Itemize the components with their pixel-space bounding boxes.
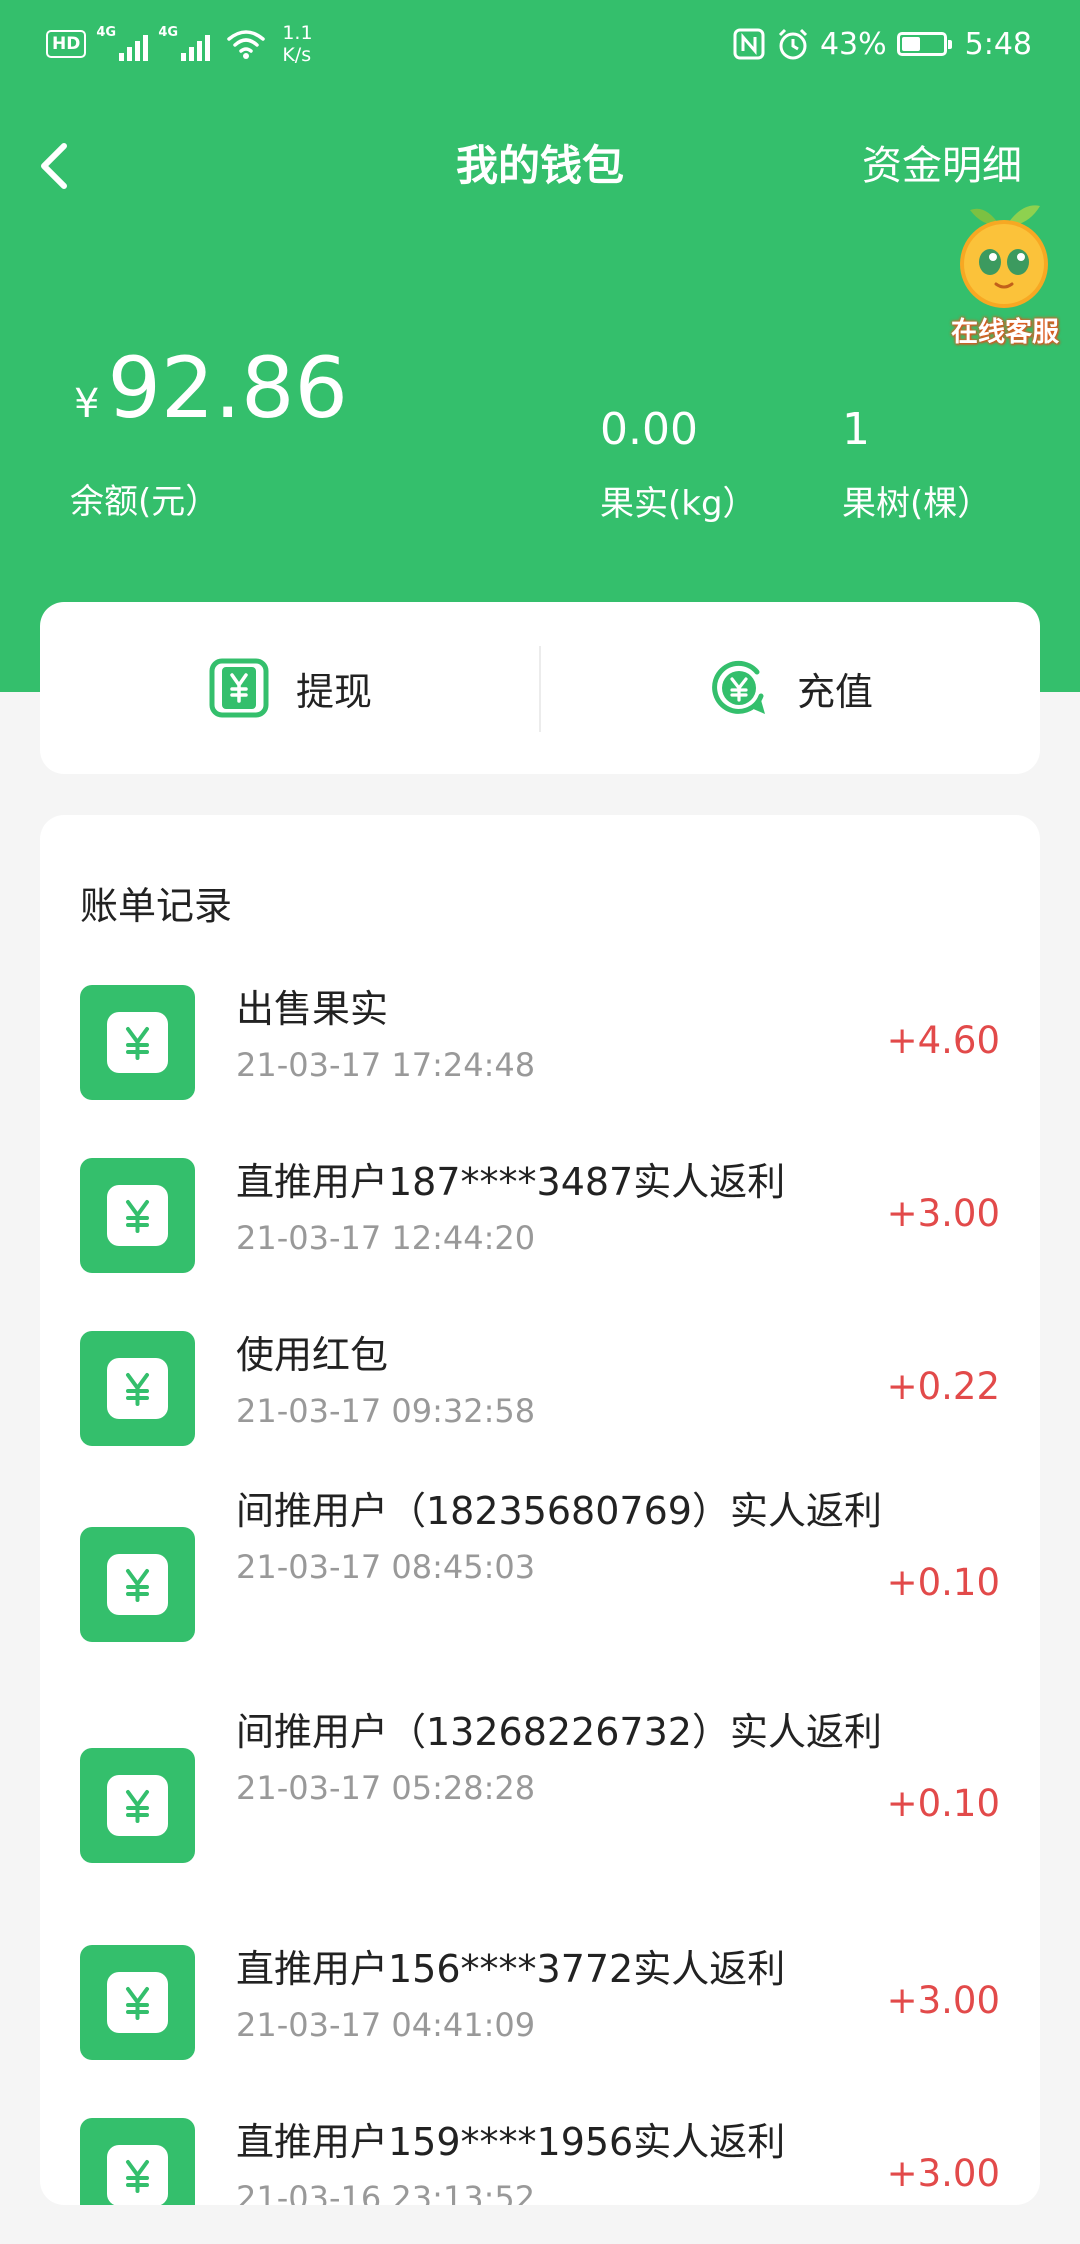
- bill-time: 21-03-17 04:41:09: [236, 2006, 536, 2044]
- hd-badge: HD: [46, 30, 87, 58]
- bill-name: 直推用户187****3487实人返利: [236, 1160, 786, 1204]
- bill-name: 出售果实: [236, 987, 389, 1031]
- fruit-label: 果实(kg）: [600, 484, 757, 524]
- balance-label: 余额(元）: [70, 482, 220, 522]
- hd-text: HD: [52, 34, 81, 54]
- battery-percent: 43%: [819, 26, 887, 62]
- yen-icon: [80, 2118, 195, 2205]
- network-speed: 1.1 K/s: [282, 22, 312, 66]
- signal-2-icon: 4G: [158, 25, 211, 61]
- bill-item[interactable]: 出售果实 21-03-17 17:24:48 +4.60: [40, 985, 1040, 1105]
- bill-text: 间推用户（13268226732）实人返利 21-03-17 05:28:28: [236, 1706, 896, 1810]
- yen-icon: [80, 1158, 195, 1273]
- bill-item[interactable]: 直推用户156****3772实人返利 21-03-17 04:41:09 +3…: [40, 1945, 1040, 2065]
- bill-text: 间推用户（18235680769）实人返利 21-03-17 08:45:03: [236, 1485, 896, 1589]
- bill-item[interactable]: 直推用户159****1956实人返利 21-03-16 23:13:52 +3…: [40, 2118, 1040, 2205]
- status-right: 43% 5:48: [722, 22, 1032, 66]
- bill-time: 21-03-17 09:32:58: [236, 1392, 536, 1430]
- yen-icon: [80, 1527, 195, 1642]
- bill-item[interactable]: 间推用户（18235680769）实人返利 21-03-17 08:45:03 …: [40, 1485, 1040, 1685]
- withdraw-button[interactable]: 提现: [40, 602, 540, 774]
- yen-refresh-icon: [712, 660, 765, 714]
- bill-time: 21-03-17 12:44:20: [236, 1219, 536, 1257]
- wifi-icon: [227, 30, 266, 59]
- bill-amount: +3.00: [886, 2152, 1000, 2195]
- bill-amount: +0.22: [886, 1365, 1000, 1408]
- bill-text: 直推用户156****3772实人返利 21-03-17 04:41:09: [236, 1943, 896, 2047]
- status-left: HD 4G 4G 1.1 K/s: [46, 22, 313, 66]
- bill-time: 21-03-16 23:13:52: [236, 2179, 536, 2205]
- speed-unit: K/s: [282, 44, 312, 66]
- recharge-button[interactable]: 充值: [540, 602, 1040, 774]
- yen-icon: [80, 985, 195, 1100]
- bill-time: 21-03-17 17:24:48: [236, 1046, 536, 1084]
- bill-records-card: 账单记录 出售果实 21-03-17 17:24:48 +4.60 直推用户18…: [40, 815, 1040, 2205]
- tree-label: 果树(棵）: [842, 484, 992, 524]
- bill-amount: +4.60: [886, 1019, 1000, 1062]
- bill-text: 使用红包 21-03-17 09:32:58: [236, 1329, 896, 1433]
- currency-symbol: ¥: [74, 381, 100, 427]
- bill-item[interactable]: 直推用户187****3487实人返利 21-03-17 12:44:20 +3…: [40, 1158, 1040, 1278]
- bill-time: 21-03-17 08:45:03: [236, 1548, 536, 1586]
- bill-text: 直推用户187****3487实人返利 21-03-17 12:44:20: [236, 1156, 896, 1260]
- bill-item[interactable]: 使用红包 21-03-17 09:32:58 +0.22: [40, 1331, 1040, 1451]
- bill-name: 直推用户159****1956实人返利: [236, 2120, 786, 2164]
- bill-text: 出售果实 21-03-17 17:24:48: [236, 983, 896, 1087]
- yen-card-icon: [209, 658, 269, 718]
- speed-value: 1.1: [282, 22, 313, 44]
- yen-icon: [80, 1748, 195, 1863]
- yen-icon: [80, 1945, 195, 2060]
- bill-name: 使用红包: [236, 1333, 389, 1377]
- bill-item[interactable]: 间推用户（13268226732）实人返利 21-03-17 05:28:28 …: [40, 1706, 1040, 1906]
- bill-amount: +0.10: [886, 1782, 1000, 1825]
- signal-1-icon: 4G: [96, 25, 149, 61]
- yen-icon: [80, 1331, 195, 1446]
- nfc-icon: [733, 28, 765, 60]
- bill-records-title: 账单记录: [80, 884, 233, 928]
- battery-icon: [896, 32, 952, 56]
- bill-text: 直推用户159****1956实人返利 21-03-16 23:13:52: [236, 2116, 896, 2205]
- bill-amount: +0.10: [886, 1561, 1000, 1604]
- balance-amount: ¥ 92.86: [74, 340, 348, 436]
- action-card: 提现 充值: [40, 602, 1040, 774]
- tree-stat: 1 果树(棵）: [842, 402, 991, 525]
- customer-service-label: 在线客服: [951, 317, 1059, 348]
- clock-time: 5:48: [964, 26, 1032, 62]
- status-bar: HD 4G 4G 1.1 K/s 43% 5:48: [0, 0, 1080, 86]
- bill-time: 21-03-17 05:28:28: [236, 1769, 536, 1807]
- customer-service-button[interactable]: 在线客服: [940, 196, 1070, 348]
- recharge-label: 充值: [796, 669, 873, 714]
- bill-name: 直推用户156****3772实人返利: [236, 1947, 786, 1991]
- fruit-value: 0.00: [600, 404, 698, 455]
- network-type-2: 4G: [158, 25, 179, 40]
- wallet-screen: HD 4G 4G 1.1 K/s 43% 5:48 我的钱包 资金明细 在线客服…: [0, 0, 1080, 2244]
- balance-value: 92.86: [107, 339, 348, 437]
- tree-value: 1: [842, 404, 870, 455]
- alarm-icon: [778, 28, 807, 60]
- bill-amount: +3.00: [886, 1192, 1000, 1235]
- withdraw-label: 提现: [295, 669, 372, 714]
- bill-amount: +3.00: [886, 1979, 1000, 2022]
- bill-name: 间推用户（18235680769）实人返利: [236, 1489, 882, 1533]
- fruit-stat: 0.00 果实(kg）: [600, 402, 757, 525]
- fund-details-link[interactable]: 资金明细: [862, 138, 1022, 194]
- network-type-1: 4G: [96, 25, 117, 40]
- bill-name: 间推用户（13268226732）实人返利: [236, 1710, 882, 1754]
- orange-mascot-icon: [960, 205, 1048, 308]
